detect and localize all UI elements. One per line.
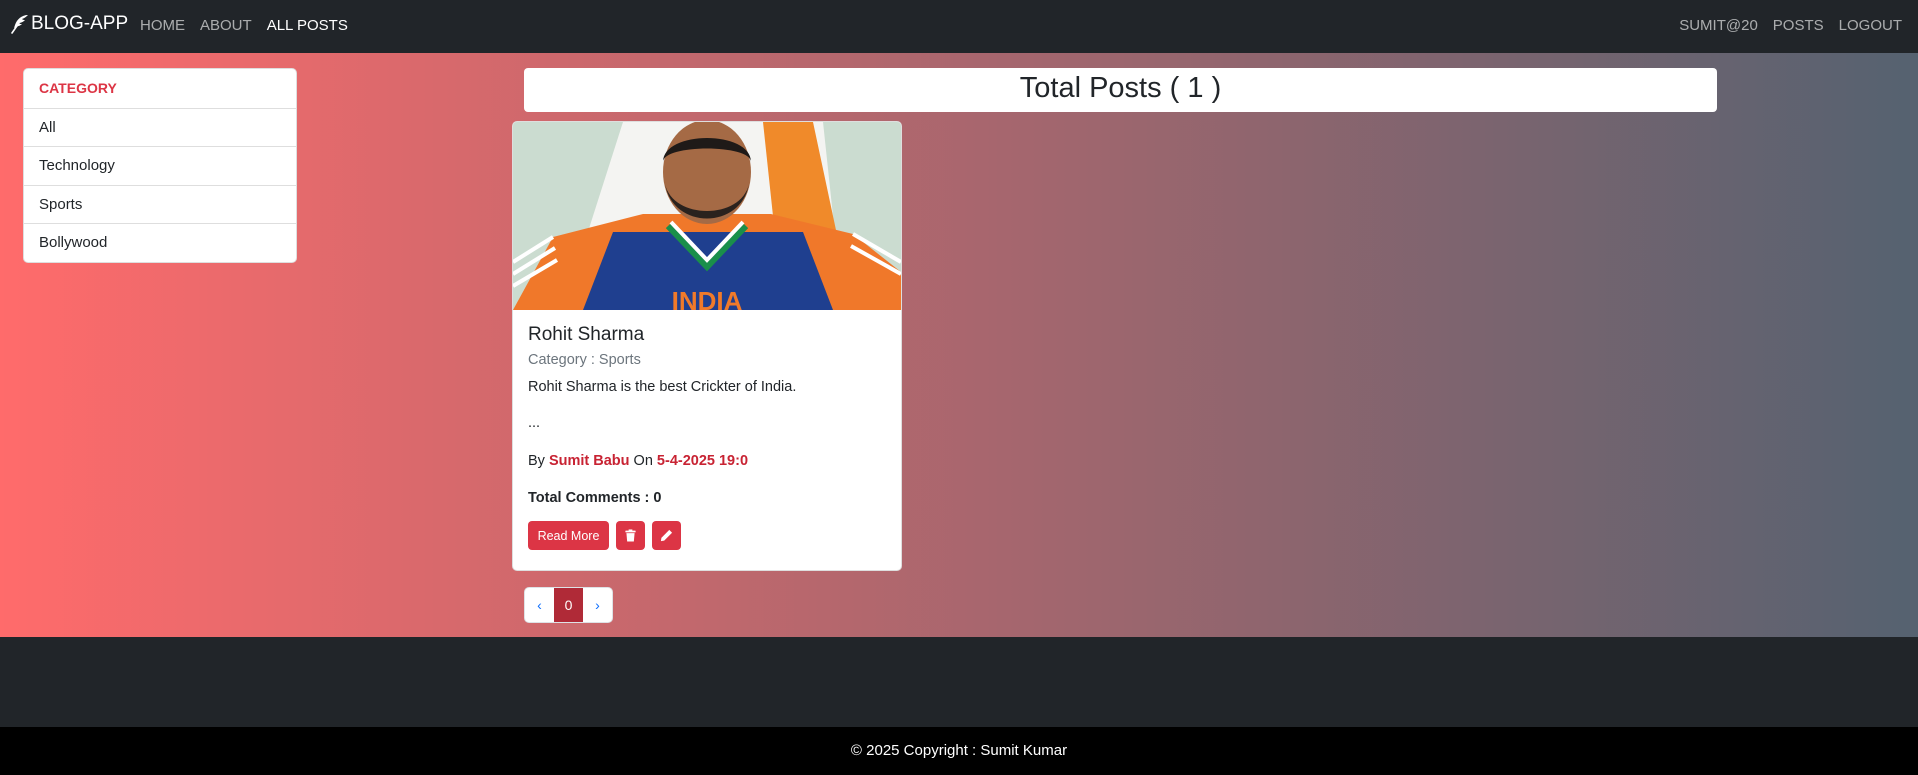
nav-user-link[interactable]: SUMIT@20 — [1679, 17, 1758, 34]
post-ellipsis: ... — [528, 415, 541, 431]
post-date: 5-4-2025 19:0 — [656, 453, 749, 469]
post-excerpt: Rohit Sharma is the best Crickter of Ind… — [528, 379, 797, 395]
post-author: Sumit Babu — [548, 453, 630, 469]
nav-all-posts-link[interactable]: ALL POSTS — [267, 17, 348, 34]
brand-link[interactable]: BLOG-APP — [10, 13, 128, 35]
svg-text:INDIA: INDIA — [672, 286, 743, 310]
post-actions: Read More — [528, 521, 886, 550]
post-card-body: Rohit Sharma Category : Sports Rohit Sha… — [513, 310, 901, 550]
read-more-button[interactable]: Read More — [528, 521, 609, 550]
category-item-all[interactable]: All — [24, 107, 296, 147]
category-list: CATEGORY All Technology Sports Bollywood — [23, 68, 297, 263]
nav-right: SUMIT@20 POSTS LOGOUT — [1679, 17, 1902, 34]
brand-name: BLOG-APP — [31, 13, 129, 34]
nav-home-link[interactable]: HOME — [140, 17, 185, 34]
nav-logout-link[interactable]: LOGOUT — [1839, 17, 1902, 34]
pagination-prev-button[interactable]: ‹ — [525, 588, 554, 622]
nav-left: HOME ABOUT ALL POSTS — [140, 17, 348, 34]
post-comment-count: Total Comments : 0 — [528, 490, 662, 506]
nav-about-link[interactable]: ABOUT — [200, 17, 252, 34]
pencil-icon — [660, 529, 673, 542]
category-header: CATEGORY — [39, 80, 117, 96]
page-title: Total Posts ( 1 ) — [524, 68, 1717, 112]
post-card: INDIA Rohit Sharma Category : Sports Roh… — [512, 121, 902, 571]
nav-posts-link[interactable]: POSTS — [1773, 17, 1824, 34]
post-on-label: On — [633, 453, 653, 469]
post-category: Category : Sports — [528, 352, 641, 368]
post-meta: By Sumit Babu On 5-4-2025 19:0 — [528, 453, 886, 469]
footer: © 2025 Copyright : Sumit Kumar — [0, 727, 1918, 775]
post-by-label: By — [528, 453, 545, 469]
post-title: Rohit Sharma — [528, 324, 645, 345]
footer-copyright: © 2025 Copyright : Sumit Kumar — [850, 742, 1068, 759]
post-image: INDIA — [513, 122, 901, 310]
navbar: BLOG-APP HOME ABOUT ALL POSTS SUMIT@20 P… — [0, 0, 1918, 53]
pagination-current-page[interactable]: 0 — [554, 588, 583, 622]
pagination: ‹ 0 › — [524, 587, 613, 623]
content-area: CATEGORY All Technology Sports Bollywood… — [0, 53, 1918, 637]
edit-post-button[interactable] — [652, 521, 681, 550]
feather-icon — [11, 15, 28, 34]
category-item-technology[interactable]: Technology — [24, 146, 296, 185]
pagination-next-button[interactable]: › — [583, 588, 612, 622]
category-item-sports[interactable]: Sports — [24, 184, 296, 224]
delete-post-button[interactable] — [616, 521, 645, 550]
category-item-bollywood[interactable]: Bollywood — [24, 223, 296, 262]
trash-icon — [625, 529, 636, 542]
